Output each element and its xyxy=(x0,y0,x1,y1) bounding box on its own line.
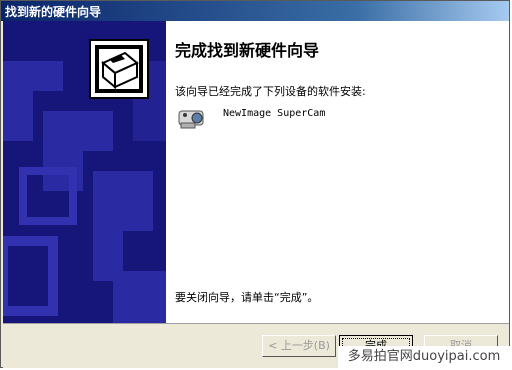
completion-description: 该向导已经完成了下列设备的软件安装: xyxy=(175,85,366,98)
finish-instruction: 要关闭向导，请单击“完成”。 xyxy=(175,291,319,304)
back-button[interactable]: < 上一步(B) xyxy=(262,335,336,357)
window-title: 找到新的硬件向导 xyxy=(5,5,102,19)
wizard-side-banner xyxy=(3,21,166,323)
camera-icon xyxy=(178,110,204,129)
watermark: 多易拍官网duoyipai.com xyxy=(338,346,510,368)
title-bar[interactable]: 找到新的硬件向导 xyxy=(1,1,509,21)
wizard-window: 找到新的硬件向导 完成找到新硬件向导 该向导已经完成了下列设备的软件安装: Ne… xyxy=(0,0,510,368)
wizard-content: 完成找到新硬件向导 该向导已经完成了下列设备的软件安装: NewImage Su… xyxy=(166,21,509,323)
installed-device: NewImage SuperCam xyxy=(175,105,325,135)
hardware-icon xyxy=(89,39,149,99)
device-name: NewImage SuperCam xyxy=(223,108,326,119)
page-title: 完成找到新硬件向导 xyxy=(175,41,320,60)
